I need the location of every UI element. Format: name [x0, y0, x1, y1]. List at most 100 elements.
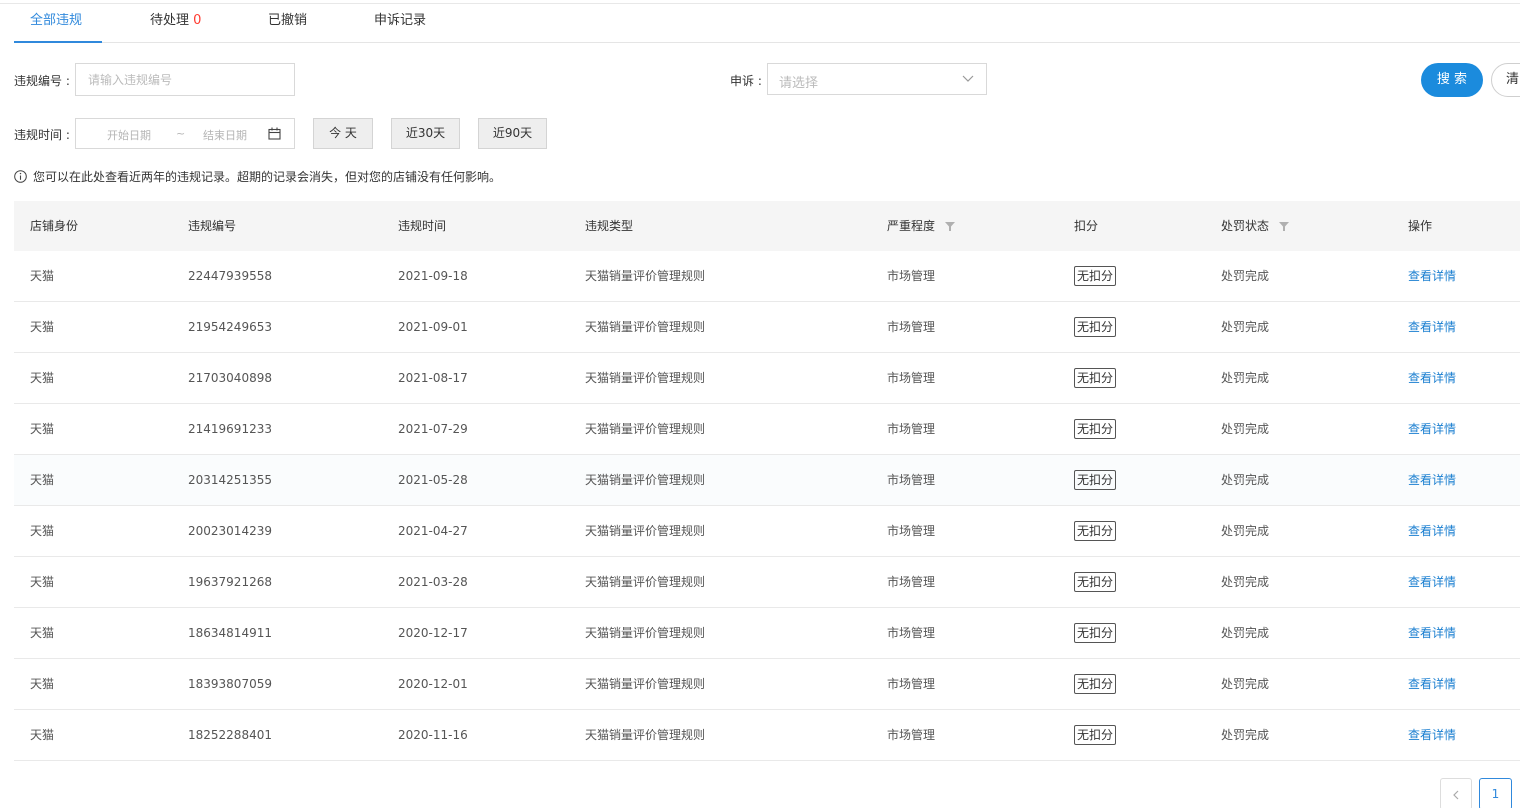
cell-points: 无扣分 — [1074, 302, 1117, 352]
range-separator: ~ — [176, 127, 186, 140]
cell-shop: 天猫 — [30, 626, 55, 640]
points-badge: 无扣分 — [1074, 623, 1117, 643]
view-details-link[interactable]: 查看详情 — [1408, 710, 1456, 760]
cell-violation-type: 天猫销量评价管理规则 — [585, 422, 706, 436]
header-violation-type: 违规类型 — [585, 219, 634, 233]
violation-no-field — [75, 63, 295, 96]
tab-label: 待处理 — [150, 13, 190, 28]
cell-violation-time: 2021-05-28 — [398, 473, 468, 487]
pagination-prev-button[interactable] — [1440, 778, 1472, 808]
cell-severity: 市场管理 — [887, 524, 936, 538]
view-details-link[interactable]: 查看详情 — [1408, 353, 1456, 403]
cell-violation-no: 22447939558 — [188, 269, 272, 283]
cell-violation-no: 18252288401 — [188, 728, 272, 742]
points-badge: 无扣分 — [1074, 572, 1117, 592]
end-date-placeholder: 结束日期 — [203, 129, 247, 142]
violation-time-label: 违规时间 : — [14, 128, 70, 142]
points-badge: 无扣分 — [1074, 419, 1117, 439]
view-details-link[interactable]: 查看详情 — [1408, 302, 1456, 352]
view-details-link[interactable]: 查看详情 — [1408, 404, 1456, 454]
cell-shop: 天猫 — [30, 524, 55, 538]
cell-severity: 市场管理 — [887, 728, 936, 742]
cell-shop: 天猫 — [30, 473, 55, 487]
date-range-picker[interactable]: 开始日期 ~ 结束日期 — [75, 118, 295, 149]
cell-violation-time: 2021-08-17 — [398, 371, 468, 385]
today-button[interactable]: 今 天 — [313, 118, 373, 149]
cell-status: 处罚完成 — [1221, 320, 1270, 334]
info-icon — [14, 170, 27, 183]
violation-no-label: 违规编号 : — [14, 74, 70, 88]
tab-label: 全部违规 — [30, 13, 83, 28]
table-row: 天猫 21419691233 2021-07-29 天猫销量评价管理规则 市场管… — [14, 404, 1520, 455]
cell-shop: 天猫 — [30, 422, 55, 436]
cell-violation-type: 天猫销量评价管理规则 — [585, 728, 706, 742]
view-details-link[interactable]: 查看详情 — [1408, 455, 1456, 505]
clear-button[interactable]: 清 — [1491, 63, 1520, 97]
violation-no-input[interactable] — [76, 64, 294, 95]
violation-table: 店铺身份 违规编号 违规时间 违规类型 严重程度 扣分 处罚状态 操作 天猫 2… — [14, 201, 1520, 761]
cell-points: 无扣分 — [1074, 455, 1117, 505]
cell-shop: 天猫 — [30, 728, 55, 742]
tab-all-violations[interactable]: 全部违规 — [30, 4, 82, 43]
appeal-select[interactable]: 请选择 — [767, 63, 987, 95]
filter-icon[interactable] — [1278, 222, 1289, 231]
cell-points: 无扣分 — [1074, 608, 1117, 658]
tab-label: 申诉记录 — [374, 13, 427, 28]
cell-severity: 市场管理 — [887, 320, 936, 334]
view-details-link[interactable]: 查看详情 — [1408, 608, 1456, 658]
points-badge: 无扣分 — [1074, 368, 1117, 388]
cell-status: 处罚完成 — [1221, 524, 1270, 538]
cell-status: 处罚完成 — [1221, 575, 1270, 589]
cell-shop: 天猫 — [30, 371, 55, 385]
cell-violation-type: 天猫销量评价管理规则 — [585, 677, 706, 691]
cell-violation-no: 19637921268 — [188, 575, 272, 589]
table-row: 天猫 18252288401 2020-11-16 天猫销量评价管理规则 市场管… — [14, 710, 1520, 761]
cell-shop: 天猫 — [30, 575, 55, 589]
view-details-link[interactable]: 查看详情 — [1408, 659, 1456, 709]
view-details-link[interactable]: 查看详情 — [1408, 557, 1456, 607]
cell-points: 无扣分 — [1074, 659, 1117, 709]
cell-shop: 天猫 — [30, 269, 55, 283]
tab-pending[interactable]: 待处理 0 — [150, 4, 201, 43]
calendar-icon — [268, 127, 281, 140]
view-details-link[interactable]: 查看详情 — [1408, 506, 1456, 556]
header-severity: 严重程度 — [887, 201, 955, 251]
tab-revoked[interactable]: 已撤销 — [268, 4, 307, 43]
cell-violation-time: 2020-11-16 — [398, 728, 468, 742]
cell-status: 处罚完成 — [1221, 677, 1270, 691]
header-action: 操作 — [1408, 219, 1433, 233]
pagination-page-current[interactable]: 1 — [1479, 778, 1512, 808]
cell-violation-time: 2021-09-01 — [398, 320, 468, 334]
points-badge: 无扣分 — [1074, 725, 1117, 745]
cell-status: 处罚完成 — [1221, 473, 1270, 487]
cell-violation-time: 2021-09-18 — [398, 269, 468, 283]
start-date-placeholder: 开始日期 — [107, 129, 151, 142]
cell-violation-time: 2021-04-27 — [398, 524, 468, 538]
points-badge: 无扣分 — [1074, 266, 1117, 286]
tab-appeal-records[interactable]: 申诉记录 — [374, 4, 426, 43]
cell-severity: 市场管理 — [887, 269, 936, 283]
points-badge: 无扣分 — [1074, 470, 1117, 490]
notice-text: 您可以在此处查看近两年的违规记录。超期的记录会消失，但对您的店铺没有任何影响。 — [33, 170, 502, 184]
cell-violation-no: 18393807059 — [188, 677, 272, 691]
chevron-left-icon — [1453, 790, 1459, 800]
filter-icon[interactable] — [944, 222, 955, 231]
cell-points: 无扣分 — [1074, 404, 1117, 454]
header-violation-time: 违规时间 — [398, 219, 447, 233]
last-30-days-button[interactable]: 近30天 — [391, 118, 460, 149]
last-90-days-button[interactable]: 近90天 — [478, 118, 547, 149]
cell-violation-no: 21954249653 — [188, 320, 272, 334]
search-button[interactable]: 搜 索 — [1421, 63, 1483, 97]
cell-status: 处罚完成 — [1221, 269, 1270, 283]
table-row: 天猫 18634814911 2020-12-17 天猫销量评价管理规则 市场管… — [14, 608, 1520, 659]
cell-points: 无扣分 — [1074, 251, 1117, 301]
view-details-link[interactable]: 查看详情 — [1408, 251, 1456, 301]
cell-violation-no: 21419691233 — [188, 422, 272, 436]
table-row: 天猫 19637921268 2021-03-28 天猫销量评价管理规则 市场管… — [14, 557, 1520, 608]
violation-tabs: 全部违规 待处理 0 已撤销 申诉记录 — [14, 4, 1520, 43]
cell-severity: 市场管理 — [887, 422, 936, 436]
table-row: 天猫 21703040898 2021-08-17 天猫销量评价管理规则 市场管… — [14, 353, 1520, 404]
cell-violation-no: 20314251355 — [188, 473, 272, 487]
cell-status: 处罚完成 — [1221, 728, 1270, 742]
cell-status: 处罚完成 — [1221, 371, 1270, 385]
